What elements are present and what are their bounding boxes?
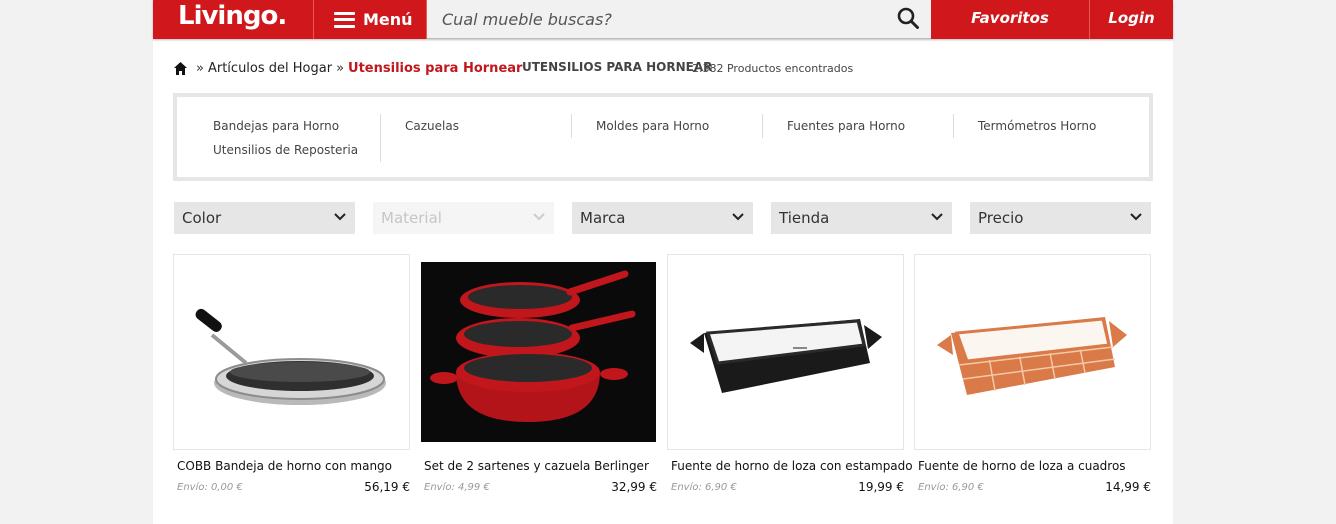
chevron-down-icon <box>732 213 744 221</box>
favorites-button[interactable]: Favoritos <box>931 0 1089 39</box>
product-shipping: Envío: 4,99 € <box>424 482 490 493</box>
product-price: 14,99 € <box>1105 480 1151 494</box>
product-card[interactable]: Fuente de horno de loza con estampado En… <box>667 254 913 494</box>
filter-tienda[interactable]: Tienda <box>771 202 952 234</box>
product-image[interactable] <box>173 254 410 450</box>
product-shipping: Envío: 0,00 € <box>177 482 243 493</box>
subcategory-link[interactable]: Moldes para Horno <box>572 114 762 138</box>
product-name[interactable]: Fuente de horno de loza a cuadros <box>918 459 1158 473</box>
menu-label: Menú <box>363 10 413 29</box>
product-card[interactable]: Fuente de horno de loza a cuadros Envío:… <box>914 254 1151 494</box>
results-count: 2.382 Productos encontrados <box>692 62 854 75</box>
product-card[interactable]: COBB Bandeja de horno con mango Envío: 0… <box>173 254 410 494</box>
filter-label: Precio <box>978 209 1024 227</box>
product-name[interactable]: COBB Bandeja de horno con mango <box>177 459 417 473</box>
product-price: 56,19 € <box>364 480 410 494</box>
subcategory-column: Termómetros Horno <box>953 114 1144 138</box>
filter-precio[interactable]: Precio <box>970 202 1151 234</box>
product-image[interactable] <box>667 254 904 450</box>
product-image[interactable] <box>420 254 657 450</box>
subcategory-column: Fuentes para Horno <box>762 114 953 138</box>
chevron-down-icon <box>533 213 545 221</box>
breadcrumb-parent-link[interactable]: Artículos del Hogar <box>208 61 332 76</box>
hamburger-icon <box>334 11 355 28</box>
subcategory-link[interactable]: Termómetros Horno <box>954 114 1144 138</box>
login-button[interactable]: Login <box>1089 0 1173 39</box>
product-price: 32,99 € <box>611 480 657 494</box>
search-icon[interactable] <box>897 7 919 29</box>
filter-label: Color <box>182 209 222 227</box>
product-shipping: Envío: 6,90 € <box>671 482 737 493</box>
subcategory-column: Moldes para Horno <box>571 114 762 138</box>
filter-color[interactable]: Color <box>174 202 355 234</box>
subcategory-panel: Bandejas para Horno Utensilios de Repost… <box>173 93 1153 181</box>
subcategory-link[interactable]: Fuentes para Horno <box>763 114 953 138</box>
category-heading: UTENSILIOS PARA HORNEAR <box>522 60 713 74</box>
menu-button[interactable]: Menú <box>313 0 427 39</box>
filter-material: Material <box>373 202 554 234</box>
breadcrumb-separator: » <box>196 60 204 76</box>
filter-label: Marca <box>580 209 626 227</box>
search-bar <box>427 0 931 39</box>
breadcrumb: » Artículos del Hogar » Utensilios para … <box>173 59 522 77</box>
subcategory-link[interactable]: Utensilios de Reposteria <box>189 138 380 162</box>
chevron-down-icon <box>334 213 346 221</box>
subcategory-link[interactable]: Cazuelas <box>381 114 571 138</box>
chevron-down-icon <box>931 213 943 221</box>
filter-label: Tienda <box>779 209 830 227</box>
product-image[interactable] <box>914 254 1151 450</box>
subcategory-link[interactable]: Bandejas para Horno <box>189 114 380 138</box>
site-logo[interactable]: Livingo. <box>153 0 313 39</box>
breadcrumb-current: Utensilios para Hornear <box>348 60 523 76</box>
product-shipping: Envío: 6,90 € <box>918 482 984 493</box>
chevron-down-icon <box>1130 213 1142 221</box>
page: Livingo. Menú Favoritos Login » Artículo… <box>153 0 1173 524</box>
subcategory-column: Cazuelas <box>380 114 571 162</box>
subcategory-column: Bandejas para Horno Utensilios de Repost… <box>189 114 380 162</box>
product-price: 19,99 € <box>858 480 904 494</box>
search-input[interactable] <box>427 0 877 38</box>
product-card[interactable]: Set de 2 sartenes y cazuela Berlinger En… <box>420 254 657 494</box>
filter-label: Material <box>381 209 442 227</box>
breadcrumb-separator: » <box>336 60 345 76</box>
filter-marca[interactable]: Marca <box>572 202 753 234</box>
product-name[interactable]: Set de 2 sartenes y cazuela Berlinger <box>424 459 664 473</box>
home-icon[interactable] <box>173 61 188 76</box>
top-navbar: Livingo. Menú Favoritos Login <box>153 0 1173 39</box>
product-name[interactable]: Fuente de horno de loza con estampado <box>671 459 913 473</box>
